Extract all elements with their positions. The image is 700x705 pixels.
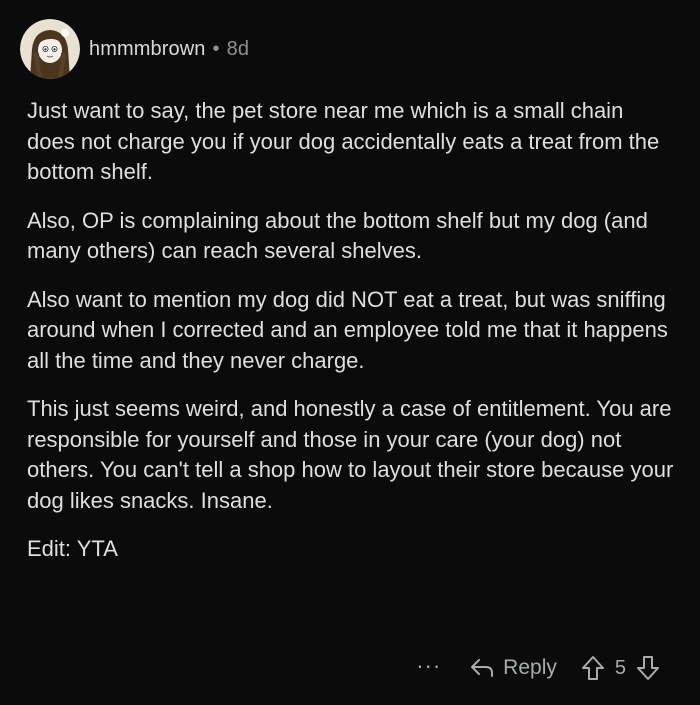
upvote-icon[interactable] xyxy=(581,655,605,681)
username[interactable]: hmmmbrown xyxy=(89,38,205,61)
vote-count: 5 xyxy=(614,656,626,679)
more-options-icon[interactable]: ··· xyxy=(416,655,441,681)
comment-paragraph-1: Just want to say, the pet store near me … xyxy=(27,98,660,184)
avatar[interactable] xyxy=(20,19,80,79)
comment-paragraph-5: Edit: YTA xyxy=(27,536,118,561)
comment-paragraph-4: This just seems weird, and honestly a ca… xyxy=(27,396,674,513)
comment-paragraph-2: Also, OP is complaining about the bottom… xyxy=(27,207,648,264)
comment: hmmmbrown • 8d Just want to say, the pet… xyxy=(0,0,700,705)
reply-label: Reply xyxy=(503,656,557,679)
comment-actions: ··· Reply 5 xyxy=(416,648,660,688)
reply-arrow-icon xyxy=(471,659,494,677)
comment-header: hmmmbrown • 8d xyxy=(20,14,249,84)
downvote-icon[interactable] xyxy=(636,655,660,681)
comment-meta: hmmmbrown • 8d xyxy=(89,38,249,61)
meta-separator: • xyxy=(212,37,220,60)
comment-age: 8d xyxy=(226,37,250,60)
vote-controls: 5 xyxy=(581,655,660,681)
comment-body: Just want to say, the pet store near me … xyxy=(27,96,677,583)
reply-button[interactable]: Reply xyxy=(469,656,557,680)
comment-paragraph-3: Also want to mention my dog did NOT eat … xyxy=(27,286,668,373)
